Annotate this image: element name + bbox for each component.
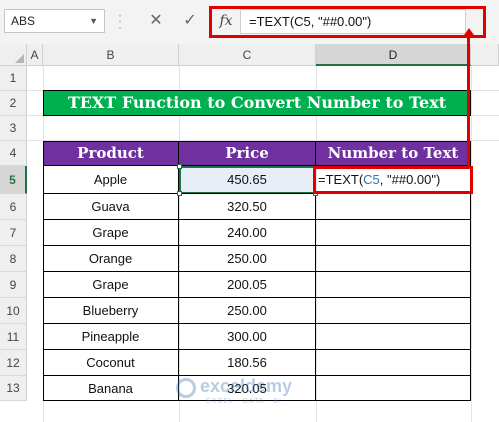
number-to-text-cell[interactable] [316, 220, 471, 246]
row-header-3[interactable]: 3 [0, 116, 27, 141]
name-box[interactable]: ABS ▼ [4, 9, 105, 33]
price-cell[interactable]: 320.05 [179, 376, 316, 401]
annotation-arrow [467, 35, 470, 166]
header-product[interactable]: Product [43, 141, 179, 166]
row-header-10[interactable]: 10 [0, 298, 27, 324]
column-header-d[interactable]: D [316, 44, 471, 66]
product-cell[interactable]: Orange [43, 246, 179, 272]
number-to-text-cell[interactable] [316, 246, 471, 272]
product-cell[interactable]: Guava [43, 194, 179, 220]
product-cell[interactable]: Grape [43, 272, 179, 298]
header-price[interactable]: Price [179, 141, 316, 166]
number-to-text-cell[interactable] [316, 298, 471, 324]
column-header-c[interactable]: C [179, 44, 316, 66]
column-header-b[interactable]: B [43, 44, 179, 66]
price-cell[interactable]: 180.56 [179, 350, 316, 376]
number-to-text-cell[interactable] [316, 272, 471, 298]
more-options-icon[interactable]: · · · [118, 9, 124, 33]
price-cell[interactable]: 250.00 [179, 246, 316, 272]
arrow-head-icon [462, 28, 476, 38]
chevron-down-icon[interactable]: ▼ [89, 10, 98, 32]
check-icon[interactable]: ✓ [178, 9, 202, 33]
row-header-6[interactable]: 6 [0, 194, 27, 220]
number-to-text-cell[interactable] [316, 194, 471, 220]
row-header-5[interactable]: 5 [0, 166, 27, 194]
row-header-9[interactable]: 9 [0, 272, 27, 298]
sheet-title[interactable]: TEXT Function to Convert Number to Text [43, 90, 471, 116]
gridline [471, 66, 472, 422]
selection-handle[interactable] [177, 164, 182, 169]
selection-handle[interactable] [177, 191, 182, 196]
column-header-e[interactable] [471, 44, 499, 66]
price-cell[interactable]: 320.50 [179, 194, 316, 220]
product-cell[interactable]: Grape [43, 220, 179, 246]
d5-highlight-box [313, 166, 473, 194]
row-header-2[interactable]: 2 [0, 91, 27, 116]
product-cell[interactable]: Blueberry [43, 298, 179, 324]
number-to-text-cell[interactable] [316, 324, 471, 350]
number-to-text-cell[interactable] [316, 350, 471, 376]
select-all-corner[interactable] [0, 44, 27, 66]
number-to-text-cell[interactable] [316, 376, 471, 401]
row-header-8[interactable]: 8 [0, 246, 27, 272]
row-header-13[interactable]: 13 [0, 376, 27, 401]
price-cell[interactable]: 200.05 [179, 272, 316, 298]
row-header-11[interactable]: 11 [0, 324, 27, 350]
price-cell[interactable]: 300.00 [179, 324, 316, 350]
product-cell[interactable]: Coconut [43, 350, 179, 376]
column-header-a[interactable]: A [27, 44, 43, 66]
row-header-12[interactable]: 12 [0, 350, 27, 376]
product-cell[interactable]: Apple [43, 166, 179, 194]
product-cell[interactable]: Pineapple [43, 324, 179, 350]
header-number-to-text[interactable]: Number to Text [316, 141, 471, 166]
row-header-7[interactable]: 7 [0, 220, 27, 246]
price-cell[interactable]: 250.00 [179, 298, 316, 324]
name-box-value: ABS [11, 14, 36, 28]
price-cell[interactable]: 240.00 [179, 220, 316, 246]
formula-highlight-box [209, 6, 486, 38]
row-header-1[interactable]: 1 [0, 66, 27, 91]
product-cell[interactable]: Banana [43, 376, 179, 401]
price-cell[interactable]: 450.65 [179, 166, 316, 194]
row-header-4[interactable]: 4 [0, 141, 27, 166]
close-icon[interactable]: ✕ [144, 9, 168, 33]
